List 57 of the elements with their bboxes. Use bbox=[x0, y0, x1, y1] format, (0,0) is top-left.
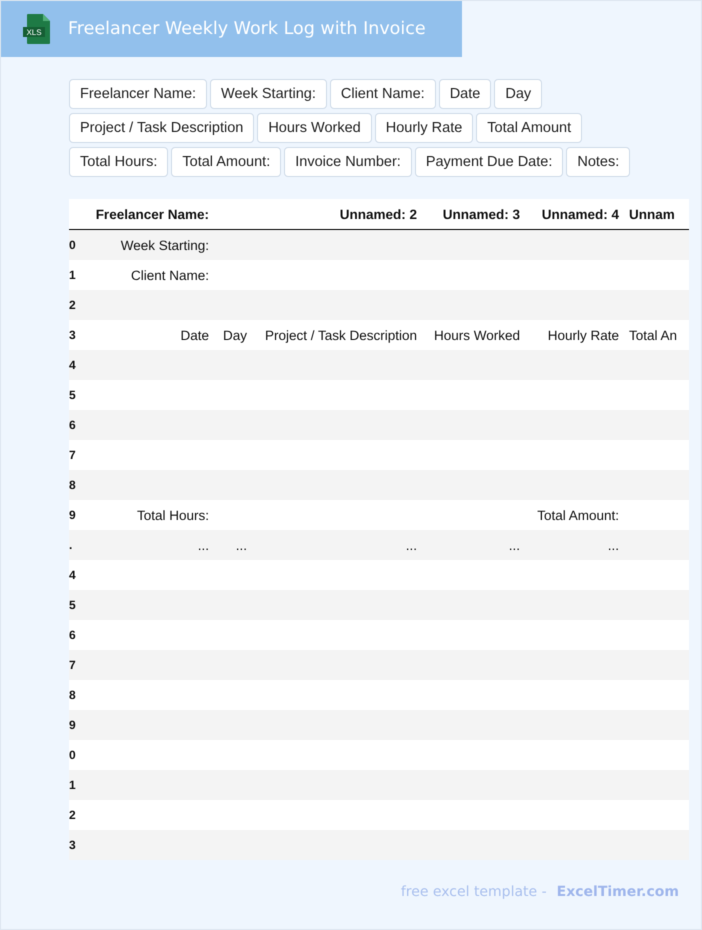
row-index: 0 bbox=[69, 748, 76, 762]
field-chip[interactable]: Hourly Rate bbox=[374, 113, 474, 143]
table-cell: Hourly Rate bbox=[548, 328, 619, 342]
table-cell: ... bbox=[198, 538, 209, 552]
row-index: 8 bbox=[69, 478, 76, 492]
column-header: Unnamed: 3 bbox=[442, 206, 520, 222]
row-index: 2 bbox=[69, 808, 76, 822]
column-header: Unnamed: 2 bbox=[340, 206, 417, 222]
table-cell: ... bbox=[608, 538, 619, 552]
field-chip[interactable]: Hours Worked bbox=[257, 113, 372, 143]
row-index: 5 bbox=[69, 598, 76, 612]
page-title: Freelancer Weekly Work Log with Invoice bbox=[68, 19, 426, 39]
field-chip[interactable]: Total Amount bbox=[476, 113, 582, 143]
field-chip[interactable]: Day bbox=[494, 79, 542, 109]
row-index: 3 bbox=[69, 838, 76, 852]
row-index: 7 bbox=[69, 658, 76, 672]
table-cell: Hours Worked bbox=[434, 328, 520, 342]
table-cell: Project / Task Description bbox=[264, 328, 417, 342]
table-cell: Total Amount: bbox=[537, 508, 619, 522]
row-index: 1 bbox=[69, 778, 76, 792]
field-chip[interactable]: Project / Task Description bbox=[69, 113, 254, 143]
field-chip[interactable]: Total Amount: bbox=[171, 147, 282, 177]
field-chip[interactable]: Week Starting: bbox=[210, 79, 327, 109]
table-cell: ... bbox=[508, 538, 520, 552]
column-header: Unnam bbox=[629, 206, 675, 222]
row-index: 6 bbox=[69, 418, 76, 432]
row-index: 0 bbox=[69, 238, 76, 252]
field-chip[interactable]: Notes: bbox=[566, 147, 630, 177]
row-index: 9 bbox=[69, 508, 76, 522]
row-index: 1 bbox=[69, 268, 76, 282]
table-cell: Client Name: bbox=[130, 268, 209, 282]
table-cell: Total An bbox=[629, 328, 678, 342]
table-cell: ... bbox=[236, 538, 247, 552]
row-index: 3 bbox=[69, 328, 76, 342]
row-index: 7 bbox=[69, 448, 76, 462]
field-chip[interactable]: Payment Due Date: bbox=[414, 147, 564, 177]
row-index: . bbox=[69, 538, 72, 552]
column-header: Freelancer Name: bbox=[96, 206, 209, 222]
row-index: 9 bbox=[69, 718, 76, 732]
table-cell: Week Starting: bbox=[120, 238, 209, 252]
field-chip[interactable]: Date bbox=[438, 79, 492, 109]
field-chip[interactable]: Client Name: bbox=[330, 79, 436, 109]
column-header: Unnamed: 4 bbox=[542, 206, 619, 222]
row-index: 8 bbox=[69, 688, 76, 702]
footer-text: free excel template - bbox=[400, 884, 547, 900]
row-index: 4 bbox=[69, 358, 76, 372]
field-chip[interactable]: Invoice Number: bbox=[284, 147, 412, 177]
table-cell: Total Hours: bbox=[136, 508, 209, 522]
table-cell: ... bbox=[406, 538, 417, 552]
row-index: 5 bbox=[69, 388, 76, 402]
field-chip[interactable]: Freelancer Name: bbox=[69, 79, 208, 109]
table-cell: Day bbox=[222, 328, 247, 342]
row-index: 4 bbox=[69, 568, 76, 582]
field-chip[interactable]: Total Hours: bbox=[69, 147, 168, 177]
row-index: 6 bbox=[69, 628, 76, 642]
table-cell: Date bbox=[180, 328, 209, 342]
row-index: 2 bbox=[69, 298, 76, 312]
